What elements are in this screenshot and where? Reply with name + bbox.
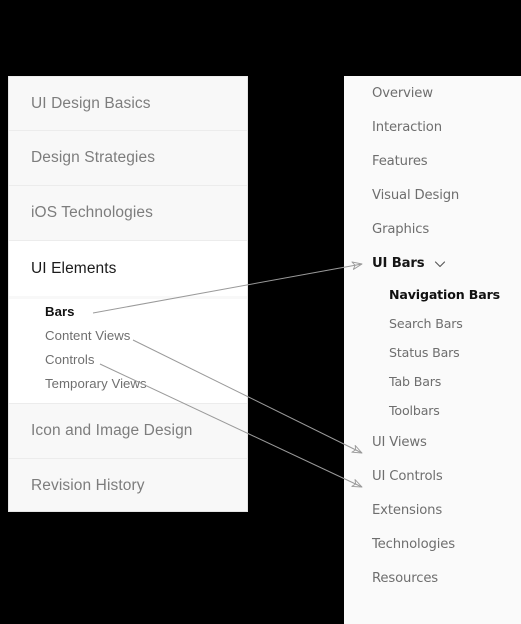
nav-item-label: Technologies [372, 536, 455, 552]
outline-section-ui-elements[interactable]: UI Elements [9, 241, 247, 296]
outline-section-label: UI Design Basics [31, 94, 151, 112]
reference-navigation-panel: Overview Interaction Features Visual Des… [344, 76, 521, 624]
outline-subitem-label: Content Views [45, 327, 131, 343]
nav-item-technologies[interactable]: Technologies [344, 527, 521, 561]
outline-section-revision-history[interactable]: Revision History [9, 459, 247, 511]
outline-section-design-strategies[interactable]: Design Strategies [9, 131, 247, 186]
nav-item-ui-views[interactable]: UI Views [344, 425, 521, 459]
outline-subitem-label: Bars [45, 303, 75, 319]
nav-subitem-label: Toolbars [389, 403, 440, 418]
document-outline-panel: UI Design Basics Design Strategies iOS T… [8, 76, 248, 512]
nav-item-label: UI Controls [372, 468, 443, 484]
chevron-down-icon[interactable] [433, 257, 447, 271]
nav-subitem-label: Status Bars [389, 345, 460, 360]
nav-item-interaction[interactable]: Interaction [344, 110, 521, 144]
outline-subitem-label: Temporary Views [45, 375, 147, 391]
nav-item-label: Extensions [372, 502, 443, 518]
outline-subitem-controls[interactable]: Controls [9, 347, 247, 371]
outline-section-label: Revision History [31, 477, 145, 494]
nav-subitem-toolbars[interactable]: Toolbars [344, 396, 521, 425]
nav-item-label: Overview [372, 85, 433, 101]
nav-item-label: Resources [372, 570, 438, 586]
nav-item-graphics[interactable]: Graphics [344, 212, 521, 246]
outline-section-label: iOS Technologies [31, 204, 153, 221]
outline-subitem-bars[interactable]: Bars [9, 299, 247, 323]
nav-item-label: Visual Design [372, 187, 460, 203]
nav-item-label: Graphics [372, 221, 430, 237]
outline-subitem-content-views[interactable]: Content Views [9, 323, 247, 347]
outline-section-ios-technologies[interactable]: iOS Technologies [9, 186, 247, 241]
outline-subitem-label: Controls [45, 351, 95, 367]
outline-section-label: Design Strategies [31, 149, 156, 166]
screenshot-root: UI Design Basics Design Strategies iOS T… [0, 0, 521, 624]
nav-item-overview[interactable]: Overview [344, 76, 521, 110]
outline-section-ui-design-basics[interactable]: UI Design Basics [9, 76, 247, 131]
nav-item-label: Features [372, 153, 428, 169]
nav-subitem-tab-bars[interactable]: Tab Bars [344, 367, 521, 396]
nav-item-label: Interaction [372, 119, 442, 135]
nav-subitem-label: Navigation Bars [389, 287, 500, 302]
nav-item-extensions[interactable]: Extensions [344, 493, 521, 527]
outline-subitem-list: Bars Content Views Controls Temporary Vi… [9, 299, 247, 404]
nav-item-features[interactable]: Features [344, 144, 521, 178]
nav-subitem-label: Search Bars [389, 316, 463, 331]
nav-item-label: UI Bars [372, 255, 425, 271]
outline-section-icon-and-image-design[interactable]: Icon and Image Design [9, 404, 247, 459]
outline-section-label: Icon and Image Design [31, 422, 193, 439]
nav-item-ui-controls[interactable]: UI Controls [344, 459, 521, 493]
outline-section-label: UI Elements [31, 259, 117, 277]
nav-item-label: UI Views [372, 434, 427, 450]
nav-subitem-search-bars[interactable]: Search Bars [344, 309, 521, 338]
nav-subitem-label: Tab Bars [389, 374, 442, 389]
outline-subitem-temporary-views[interactable]: Temporary Views [9, 371, 247, 395]
nav-item-visual-design[interactable]: Visual Design [344, 178, 521, 212]
nav-subitem-status-bars[interactable]: Status Bars [344, 338, 521, 367]
nav-item-resources[interactable]: Resources [344, 561, 521, 595]
nav-item-ui-bars[interactable]: UI Bars [344, 246, 521, 280]
nav-subitem-navigation-bars[interactable]: Navigation Bars [344, 280, 521, 309]
